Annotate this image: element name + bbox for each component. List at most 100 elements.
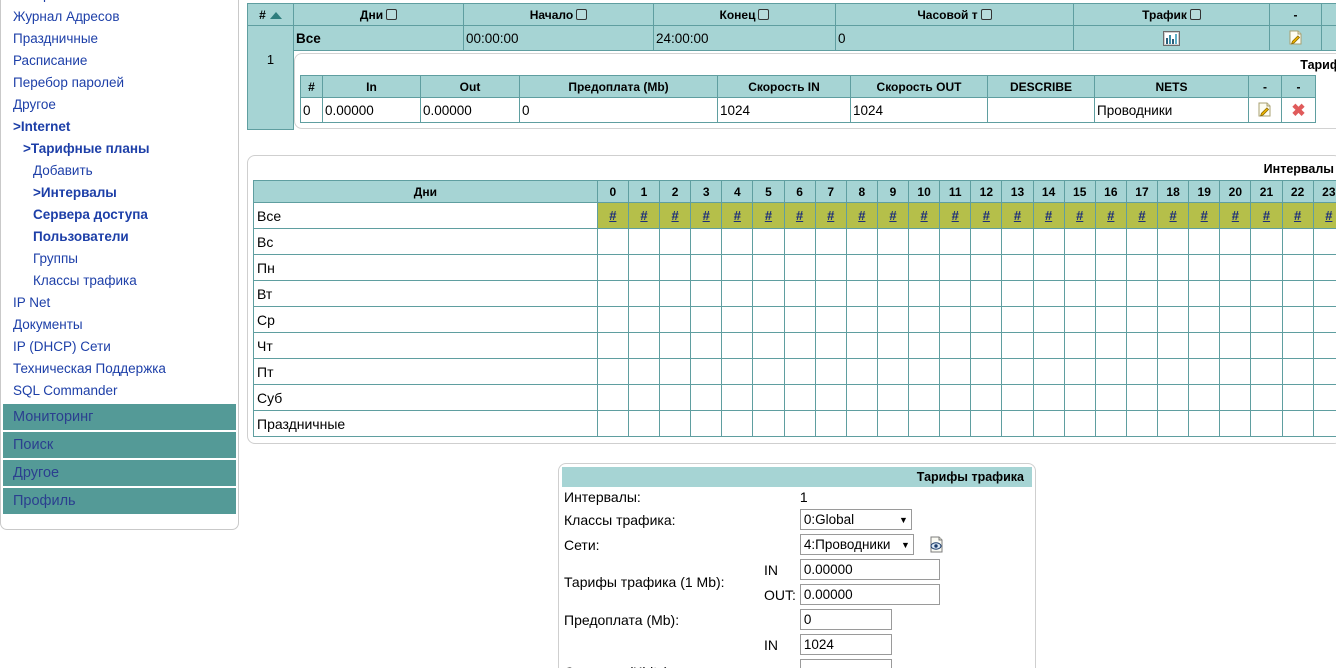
speed-in-input[interactable] — [799, 634, 892, 655]
schedule-cell-empty[interactable] — [721, 280, 754, 307]
schedule-cell-empty[interactable] — [876, 384, 910, 411]
schedule-cell-marked[interactable]: # — [876, 202, 910, 229]
schedule-cell-empty[interactable] — [690, 410, 723, 437]
chart-icon[interactable] — [1163, 30, 1180, 46]
schedule-cell-empty[interactable] — [1250, 228, 1283, 255]
schedule-cell-empty[interactable] — [1281, 254, 1314, 281]
schedule-cell-empty[interactable] — [1001, 384, 1034, 411]
schedule-cell-empty[interactable] — [1001, 358, 1034, 385]
schedule-cell-empty[interactable] — [1188, 306, 1221, 333]
schedule-cell-empty[interactable] — [659, 280, 692, 307]
schedule-cell-link[interactable]: # — [952, 208, 959, 223]
schedule-cell-empty[interactable] — [876, 280, 910, 307]
schedule-cell-empty[interactable] — [783, 254, 816, 281]
schedule-cell-empty[interactable] — [939, 254, 972, 281]
schedule-cell-empty[interactable] — [752, 254, 785, 281]
sidebar-item-12[interactable]: Группы — [1, 248, 238, 270]
schedule-cell-empty[interactable] — [908, 384, 941, 411]
tariffs-col-header-4[interactable]: Скорость IN — [717, 75, 851, 98]
schedule-cell-link[interactable]: # — [1325, 208, 1332, 223]
schedule-cell-empty[interactable] — [659, 332, 692, 359]
schedule-cell-empty[interactable] — [783, 280, 816, 307]
sidebar-item-10[interactable]: Сервера доступа — [1, 204, 238, 226]
sidebar-section-3[interactable]: Профиль — [3, 488, 236, 514]
schedule-cell-empty[interactable] — [1094, 306, 1127, 333]
schedule-cell-empty[interactable] — [908, 410, 941, 437]
schedule-cell-link[interactable]: # — [703, 208, 710, 223]
sidebar-item-1[interactable]: Журнал Адресов — [1, 6, 238, 28]
schedule-cell-empty[interactable] — [845, 358, 878, 385]
intervals-col-header-2[interactable]: Начало — [463, 3, 654, 26]
schedule-cell-empty[interactable] — [721, 358, 754, 385]
schedule-cell-empty[interactable] — [1250, 332, 1283, 359]
schedule-cell-empty[interactable] — [814, 332, 847, 359]
schedule-cell-marked[interactable]: # — [970, 202, 1003, 229]
schedule-cell-marked[interactable]: # — [1250, 202, 1283, 229]
schedule-cell-empty[interactable] — [1219, 280, 1252, 307]
schedule-cell-empty[interactable] — [845, 280, 878, 307]
schedule-cell-marked[interactable]: # — [690, 202, 723, 229]
schedule-cell-empty[interactable] — [1281, 280, 1314, 307]
schedule-cell-empty[interactable] — [1094, 280, 1127, 307]
schedule-cell-empty[interactable] — [1281, 358, 1314, 385]
schedule-cell-marked[interactable]: # — [908, 202, 941, 229]
speed-out-input[interactable] — [799, 659, 892, 668]
schedule-cell-link[interactable]: # — [1169, 208, 1176, 223]
schedule-cell-empty[interactable] — [876, 306, 910, 333]
schedule-cell-empty[interactable] — [970, 332, 1003, 359]
intervals-col-header-3[interactable]: Конец — [653, 3, 836, 26]
schedule-cell-empty[interactable] — [1157, 306, 1190, 333]
schedule-cell-empty[interactable] — [1188, 384, 1221, 411]
schedule-cell-empty[interactable] — [1063, 384, 1096, 411]
schedule-cell-empty[interactable] — [876, 358, 910, 385]
tariffs-col-header-6[interactable]: DESCRIBE — [987, 75, 1095, 98]
schedule-cell-marked[interactable]: # — [1125, 202, 1159, 229]
schedule-cell-empty[interactable] — [690, 384, 723, 411]
column-checkbox-icon[interactable] — [758, 8, 770, 20]
schedule-cell-empty[interactable] — [596, 358, 629, 385]
schedule-cell-empty[interactable] — [690, 254, 723, 281]
schedule-cell-link[interactable]: # — [1263, 208, 1270, 223]
schedule-cell-empty[interactable] — [783, 358, 816, 385]
schedule-cell-empty[interactable] — [939, 358, 972, 385]
schedule-cell-empty[interactable] — [596, 280, 629, 307]
sidebar-item-6[interactable]: >Internet — [1, 116, 238, 138]
schedule-cell-empty[interactable] — [1125, 306, 1159, 333]
schedule-cell-empty[interactable] — [690, 332, 723, 359]
schedule-cell-empty[interactable] — [783, 410, 816, 437]
schedule-cell-empty[interactable] — [845, 410, 878, 437]
schedule-cell-link[interactable]: # — [671, 208, 678, 223]
sidebar-section-2[interactable]: Другое — [3, 460, 236, 486]
sidebar-item-13[interactable]: Классы трафика — [1, 270, 238, 292]
schedule-cell-marked[interactable]: # — [814, 202, 847, 229]
schedule-cell-empty[interactable] — [690, 228, 723, 255]
schedule-cell-empty[interactable] — [1125, 254, 1159, 281]
schedule-cell-link[interactable]: # — [827, 208, 834, 223]
view-page-icon[interactable] — [928, 536, 945, 553]
schedule-cell-empty[interactable] — [627, 332, 661, 359]
schedule-cell-empty[interactable] — [814, 254, 847, 281]
schedule-cell-empty[interactable] — [783, 228, 816, 255]
schedule-cell-empty[interactable] — [939, 280, 972, 307]
schedule-cell-empty[interactable] — [845, 306, 878, 333]
schedule-cell-empty[interactable] — [721, 228, 754, 255]
schedule-cell-link[interactable]: # — [1232, 208, 1239, 223]
sidebar-item-5[interactable]: Другое — [1, 94, 238, 116]
cell-delete[interactable]: ✖ — [1321, 25, 1336, 51]
tariffs-col-header-3[interactable]: Предоплата (Mb) — [519, 75, 718, 98]
schedule-cell-empty[interactable] — [1001, 254, 1034, 281]
schedule-cell-empty[interactable] — [1001, 306, 1034, 333]
schedule-cell-empty[interactable] — [970, 306, 1003, 333]
schedule-cell-empty[interactable] — [721, 306, 754, 333]
schedule-cell-marked[interactable]: # — [721, 202, 754, 229]
schedule-cell-empty[interactable] — [845, 254, 878, 281]
schedule-cell-empty[interactable] — [1063, 306, 1096, 333]
schedule-cell-empty[interactable] — [627, 254, 661, 281]
schedule-cell-marked[interactable]: # — [1157, 202, 1190, 229]
schedule-cell-empty[interactable] — [659, 358, 692, 385]
delete-x-icon[interactable]: ✖ — [1291, 101, 1305, 120]
schedule-cell-empty[interactable] — [1032, 254, 1065, 281]
schedule-cell-empty[interactable] — [1281, 228, 1314, 255]
schedule-cell-link[interactable]: # — [1107, 208, 1114, 223]
schedule-cell-empty[interactable] — [876, 410, 910, 437]
